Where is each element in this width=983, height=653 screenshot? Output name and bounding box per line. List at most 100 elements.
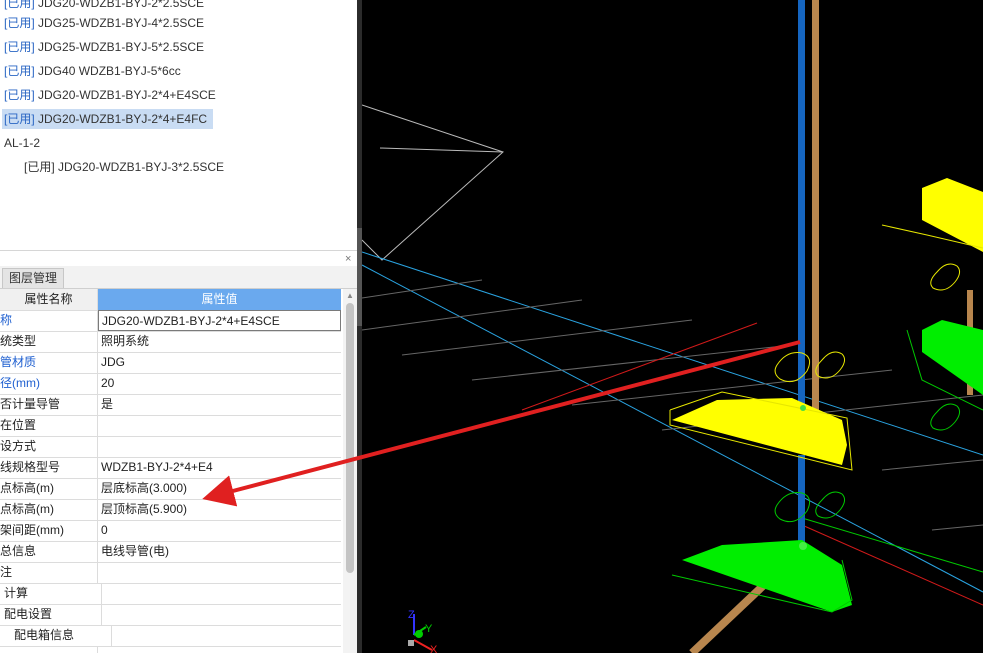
scroll-up-icon[interactable]: ▲	[346, 291, 354, 300]
tree-item-label: JDG25-WDZB1-BYJ-4*2.5SCE	[38, 16, 205, 30]
tree-item[interactable]: [已用] JDG25-WDZB1-BYJ-5*2.5SCE	[4, 37, 204, 57]
property-row[interactable]	[0, 646, 341, 653]
used-tag: [已用]	[4, 88, 35, 102]
panel-splitter[interactable]	[0, 250, 357, 251]
3d-viewport[interactable]: Z Y X	[362, 0, 983, 653]
property-value[interactable]: 层底标高(3.000)	[98, 478, 341, 499]
property-row[interactable]: 在位置	[0, 415, 341, 437]
property-name: 径(mm)	[0, 373, 98, 394]
tree-group-label[interactable]: AL-1-2	[4, 133, 40, 153]
property-row[interactable]: 统类型 照明系统	[0, 331, 341, 353]
property-row[interactable]: 否计量导管 是	[0, 394, 341, 416]
used-tag: [已用]	[4, 64, 35, 78]
tree-item[interactable]: [已用] JDG40 WDZB1-BYJ-5*6cc	[4, 61, 181, 81]
used-tag: [已用]	[4, 112, 35, 126]
property-name: 在位置	[0, 415, 98, 436]
junction-node	[799, 542, 807, 550]
property-row[interactable]: 配电箱信息	[0, 625, 341, 647]
property-value-input[interactable]: JDG20-WDZB1-BYJ-2*4+E4SCE	[98, 310, 341, 331]
property-name: 线规格型号	[0, 457, 98, 478]
tree-item-label: JDG20-WDZB1-BYJ-2*2.5SCE	[38, 0, 205, 10]
property-value[interactable]: 0	[98, 520, 341, 541]
used-tag: [已用]	[4, 16, 35, 30]
property-row[interactable]: 配电设置	[0, 604, 341, 626]
property-row[interactable]: 称 JDG20-WDZB1-BYJ-2*4+E4SCE	[0, 310, 341, 332]
pipe-brown	[812, 0, 819, 410]
property-value[interactable]: 照明系统	[98, 331, 341, 352]
property-value[interactable]	[98, 625, 341, 646]
property-row[interactable]: 计算	[0, 583, 341, 605]
property-value-header: 属性值	[98, 289, 341, 310]
axis-origin	[408, 640, 414, 646]
axis-x-label: X	[430, 644, 438, 653]
property-name: 统类型	[0, 331, 98, 352]
property-row[interactable]: 管材质 JDG	[0, 352, 341, 374]
tree-item[interactable]: [已用] JDG20-WDZB1-BYJ-2*4+E4SCE	[4, 85, 216, 105]
property-name: 点标高(m)	[0, 499, 98, 520]
property-name: 点标高(m)	[0, 478, 98, 499]
hatch-line	[931, 524, 983, 531]
property-row[interactable]: 点标高(m) 层底标高(3.000)	[0, 478, 341, 500]
wireframe-outline	[379, 147, 504, 153]
property-name	[0, 646, 98, 653]
axis-y-label: Y	[425, 623, 433, 635]
property-name: 管材质	[0, 352, 98, 373]
pipe-blue	[798, 0, 805, 410]
property-name: 计算	[0, 583, 102, 604]
tab-layer-management[interactable]: 图层管理	[2, 268, 65, 288]
dimension-annotation	[930, 403, 961, 431]
tree-item[interactable]: [已用] JDG20-WDZB1-BYJ-3*2.5SCE	[24, 157, 224, 177]
property-value[interactable]	[98, 415, 341, 436]
property-value[interactable]: 20	[98, 373, 341, 394]
slab-edge-line	[362, 251, 983, 456]
property-value[interactable]: 电线导管(电)	[98, 541, 341, 562]
property-name-header: 属性名称	[0, 289, 98, 310]
property-value[interactable]	[98, 436, 341, 457]
wireframe-outline	[362, 104, 504, 261]
dimension-annotation	[930, 263, 961, 291]
hatch-line	[362, 279, 483, 299]
3d-scene[interactable]: Z Y X	[362, 0, 983, 653]
property-value[interactable]	[98, 583, 341, 604]
hatch-line	[362, 299, 583, 331]
scrollbar-thumb[interactable]	[346, 303, 354, 573]
pipe-blue	[798, 455, 805, 545]
used-tag: [已用]	[4, 40, 35, 54]
property-row[interactable]: 点标高(m) 层顶标高(5.900)	[0, 499, 341, 521]
property-value[interactable]	[98, 604, 341, 625]
tree-item-label: JDG25-WDZB1-BYJ-5*2.5SCE	[38, 40, 205, 54]
property-name: 总信息	[0, 541, 98, 562]
property-row[interactable]: 线规格型号 WDZB1-BYJ-2*4+E4	[0, 457, 341, 479]
property-name: 注	[0, 562, 98, 583]
tree-item-selected[interactable]: [已用] JDG20-WDZB1-BYJ-2*4+E4FC	[2, 109, 214, 129]
dimension-annotation	[815, 351, 846, 379]
tree-item-label: JDG20-WDZB1-BYJ-2*4+E4FC	[38, 112, 208, 126]
tree-item[interactable]: [已用] JDG20-WDZB1-BYJ-2*2.5SCE	[4, 0, 204, 13]
property-name: 配电设置	[0, 604, 102, 625]
property-header-row: 属性名称 属性值	[0, 289, 341, 311]
property-value[interactable]: 是	[98, 394, 341, 415]
tree-item[interactable]: [已用] JDG25-WDZB1-BYJ-4*2.5SCE	[4, 13, 204, 33]
dimension-annotation	[815, 491, 846, 519]
property-name: 否计量导管	[0, 394, 98, 415]
property-row[interactable]: 总信息 电线导管(电)	[0, 541, 341, 563]
hatch-line	[471, 344, 793, 381]
close-icon[interactable]: ×	[345, 253, 351, 265]
property-value[interactable]: JDG	[98, 352, 341, 373]
junction-node	[800, 405, 806, 411]
property-row[interactable]: 设方式	[0, 436, 341, 458]
property-name: 架间距(mm)	[0, 520, 98, 541]
property-value[interactable]	[98, 562, 341, 583]
property-row[interactable]: 注	[0, 562, 341, 584]
circuit-tree: [已用] JDG20-WDZB1-BYJ-2*2.5SCE [已用] JDG25…	[0, 0, 357, 248]
property-value[interactable]	[98, 646, 341, 653]
property-scrollbar[interactable]: ▲	[343, 289, 357, 653]
box-green	[682, 540, 852, 612]
property-row[interactable]: 架间距(mm) 0	[0, 520, 341, 542]
property-value[interactable]: 层顶标高(5.900)	[98, 499, 341, 520]
property-value[interactable]: WDZB1-BYJ-2*4+E4	[98, 457, 341, 478]
box-green	[922, 320, 983, 395]
panel-tabbar: 图层管理	[0, 266, 357, 289]
property-row[interactable]: 径(mm) 20	[0, 373, 341, 395]
property-name: 配电箱信息	[0, 625, 112, 646]
